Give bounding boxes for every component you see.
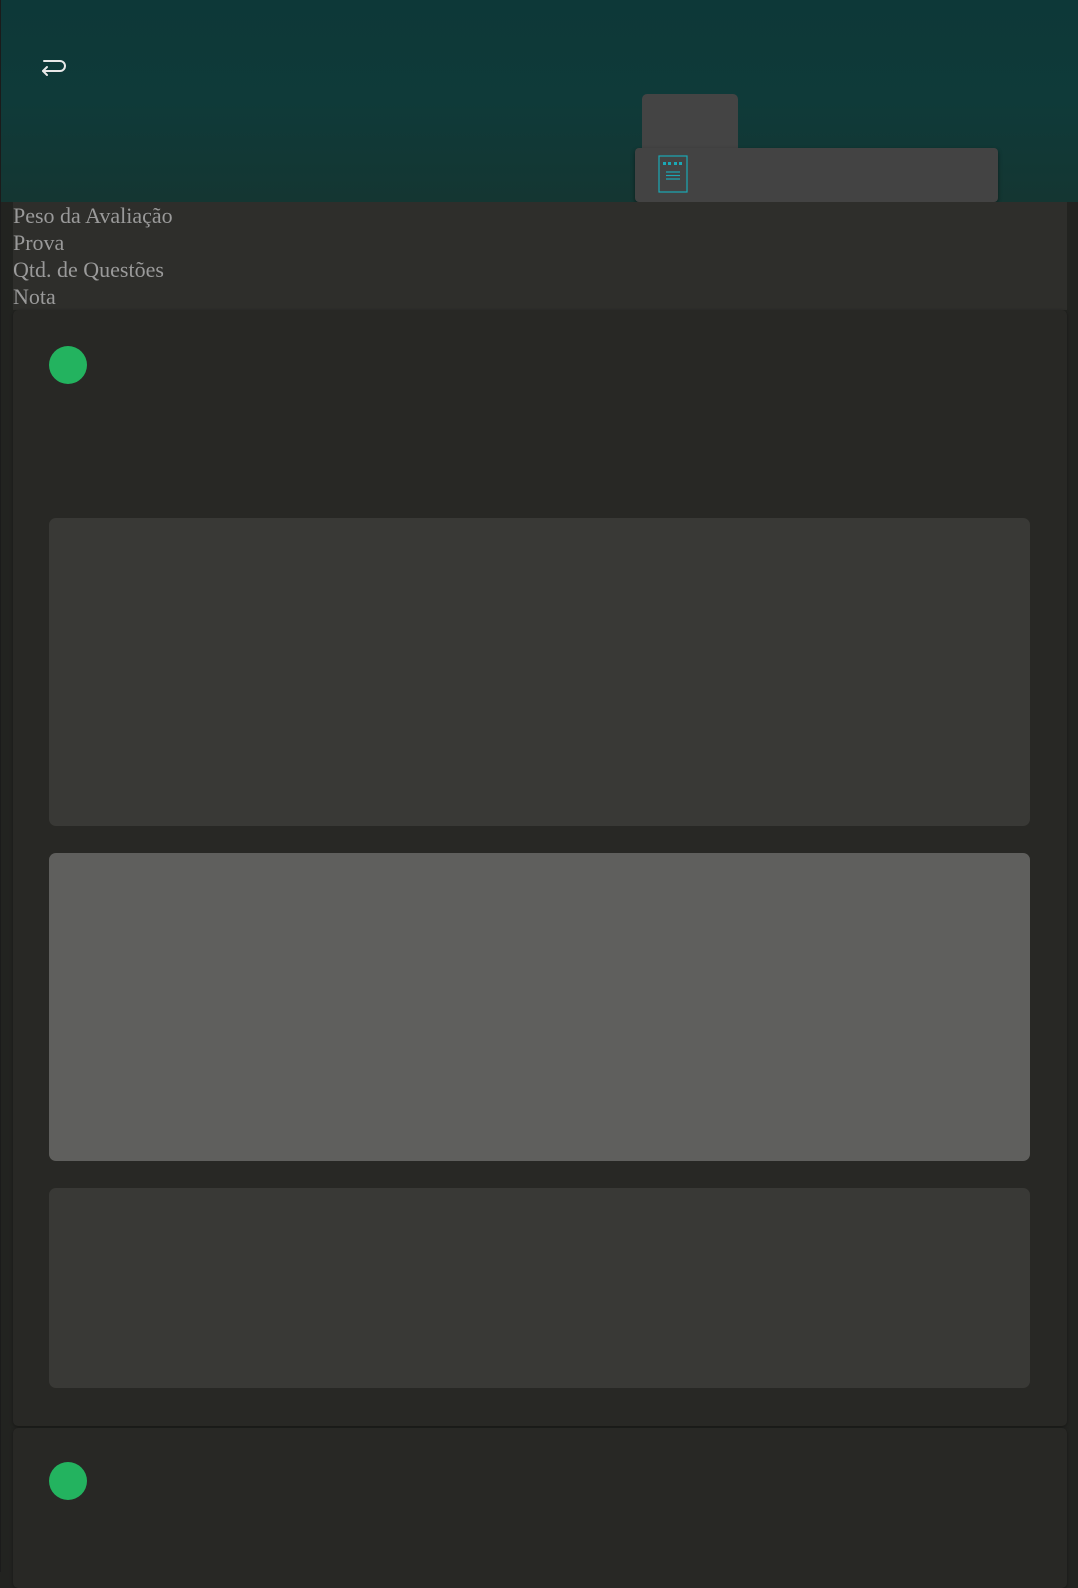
- content-block-selected[interactable]: [49, 853, 1030, 1161]
- content-block[interactable]: [49, 1188, 1030, 1388]
- summary-weight-label: Peso da Avaliação: [13, 203, 173, 228]
- question-card: [13, 1428, 1067, 1588]
- summary-question-count-label: Qtd. de Questões: [13, 257, 164, 282]
- toolbar-tab[interactable]: [642, 94, 738, 148]
- document-list-icon[interactable]: [658, 155, 688, 193]
- content-block[interactable]: [49, 518, 1030, 826]
- toolbar-panel: [635, 148, 998, 202]
- left-edge: [0, 0, 1, 1572]
- status-indicator: [49, 346, 87, 384]
- summary-exam-label: Prova: [13, 230, 65, 255]
- status-indicator: [49, 1462, 87, 1500]
- header: [1, 0, 1078, 202]
- question-card: [13, 310, 1067, 1426]
- summary-grade-label: Nota: [13, 284, 56, 309]
- back-button[interactable]: [31, 52, 71, 86]
- evaluation-summary: Peso da Avaliação Prova Qtd. de Questões…: [13, 202, 1067, 310]
- return-arrow-icon: [36, 55, 66, 84]
